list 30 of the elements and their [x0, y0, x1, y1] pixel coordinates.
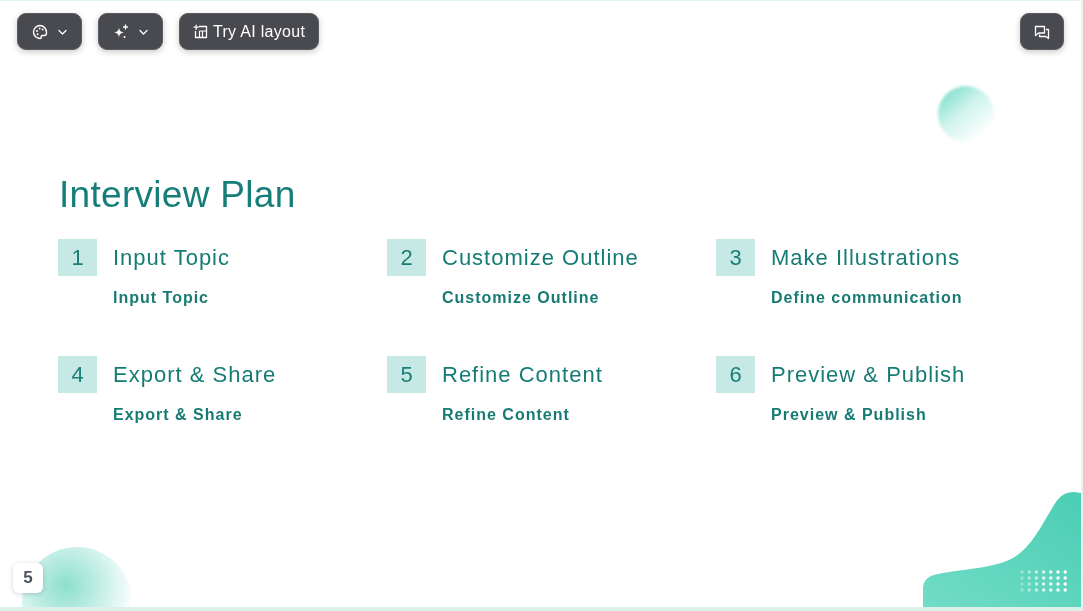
- step-heading: Refine Content: [442, 361, 603, 388]
- step-heading: Export & Share: [113, 361, 277, 388]
- step-heading: Customize Outline: [442, 244, 639, 271]
- step-heading: Preview & Publish: [771, 361, 966, 388]
- sparkle-button[interactable]: [98, 13, 163, 50]
- step-description: Export & Share: [113, 405, 244, 425]
- step-heading: Input Topic: [113, 244, 230, 271]
- palette-button[interactable]: [17, 13, 82, 50]
- step-description: Input Topic: [113, 288, 210, 308]
- step-description: Preview & Publish: [771, 405, 928, 425]
- step-number: 1: [58, 239, 97, 276]
- layout-icon: [193, 23, 209, 40]
- step-number: 6: [716, 356, 755, 393]
- step-description: Customize Outline: [442, 288, 601, 308]
- slide-title: Interview Plan: [59, 173, 296, 217]
- step-number: 2: [387, 239, 426, 276]
- page-number: 5: [13, 563, 43, 593]
- chat-bubbles-button[interactable]: [1020, 13, 1064, 50]
- dot-pattern-drawing: [1020, 570, 1067, 592]
- palette-icon: [32, 23, 48, 40]
- try-ai-layout-button[interactable]: Try AI layout: [179, 13, 320, 50]
- chat-bubbles-icon: [1034, 23, 1050, 40]
- step-description: Define communication: [771, 288, 963, 308]
- step-number: 3: [716, 239, 755, 276]
- step-description: Refine Content: [442, 405, 571, 425]
- circle-decoration: [938, 86, 994, 142]
- step-number: 4: [58, 356, 97, 393]
- step-heading: Make Illustrations: [771, 244, 962, 271]
- sparkle-icon: [113, 23, 129, 40]
- step-number: 5: [387, 356, 426, 393]
